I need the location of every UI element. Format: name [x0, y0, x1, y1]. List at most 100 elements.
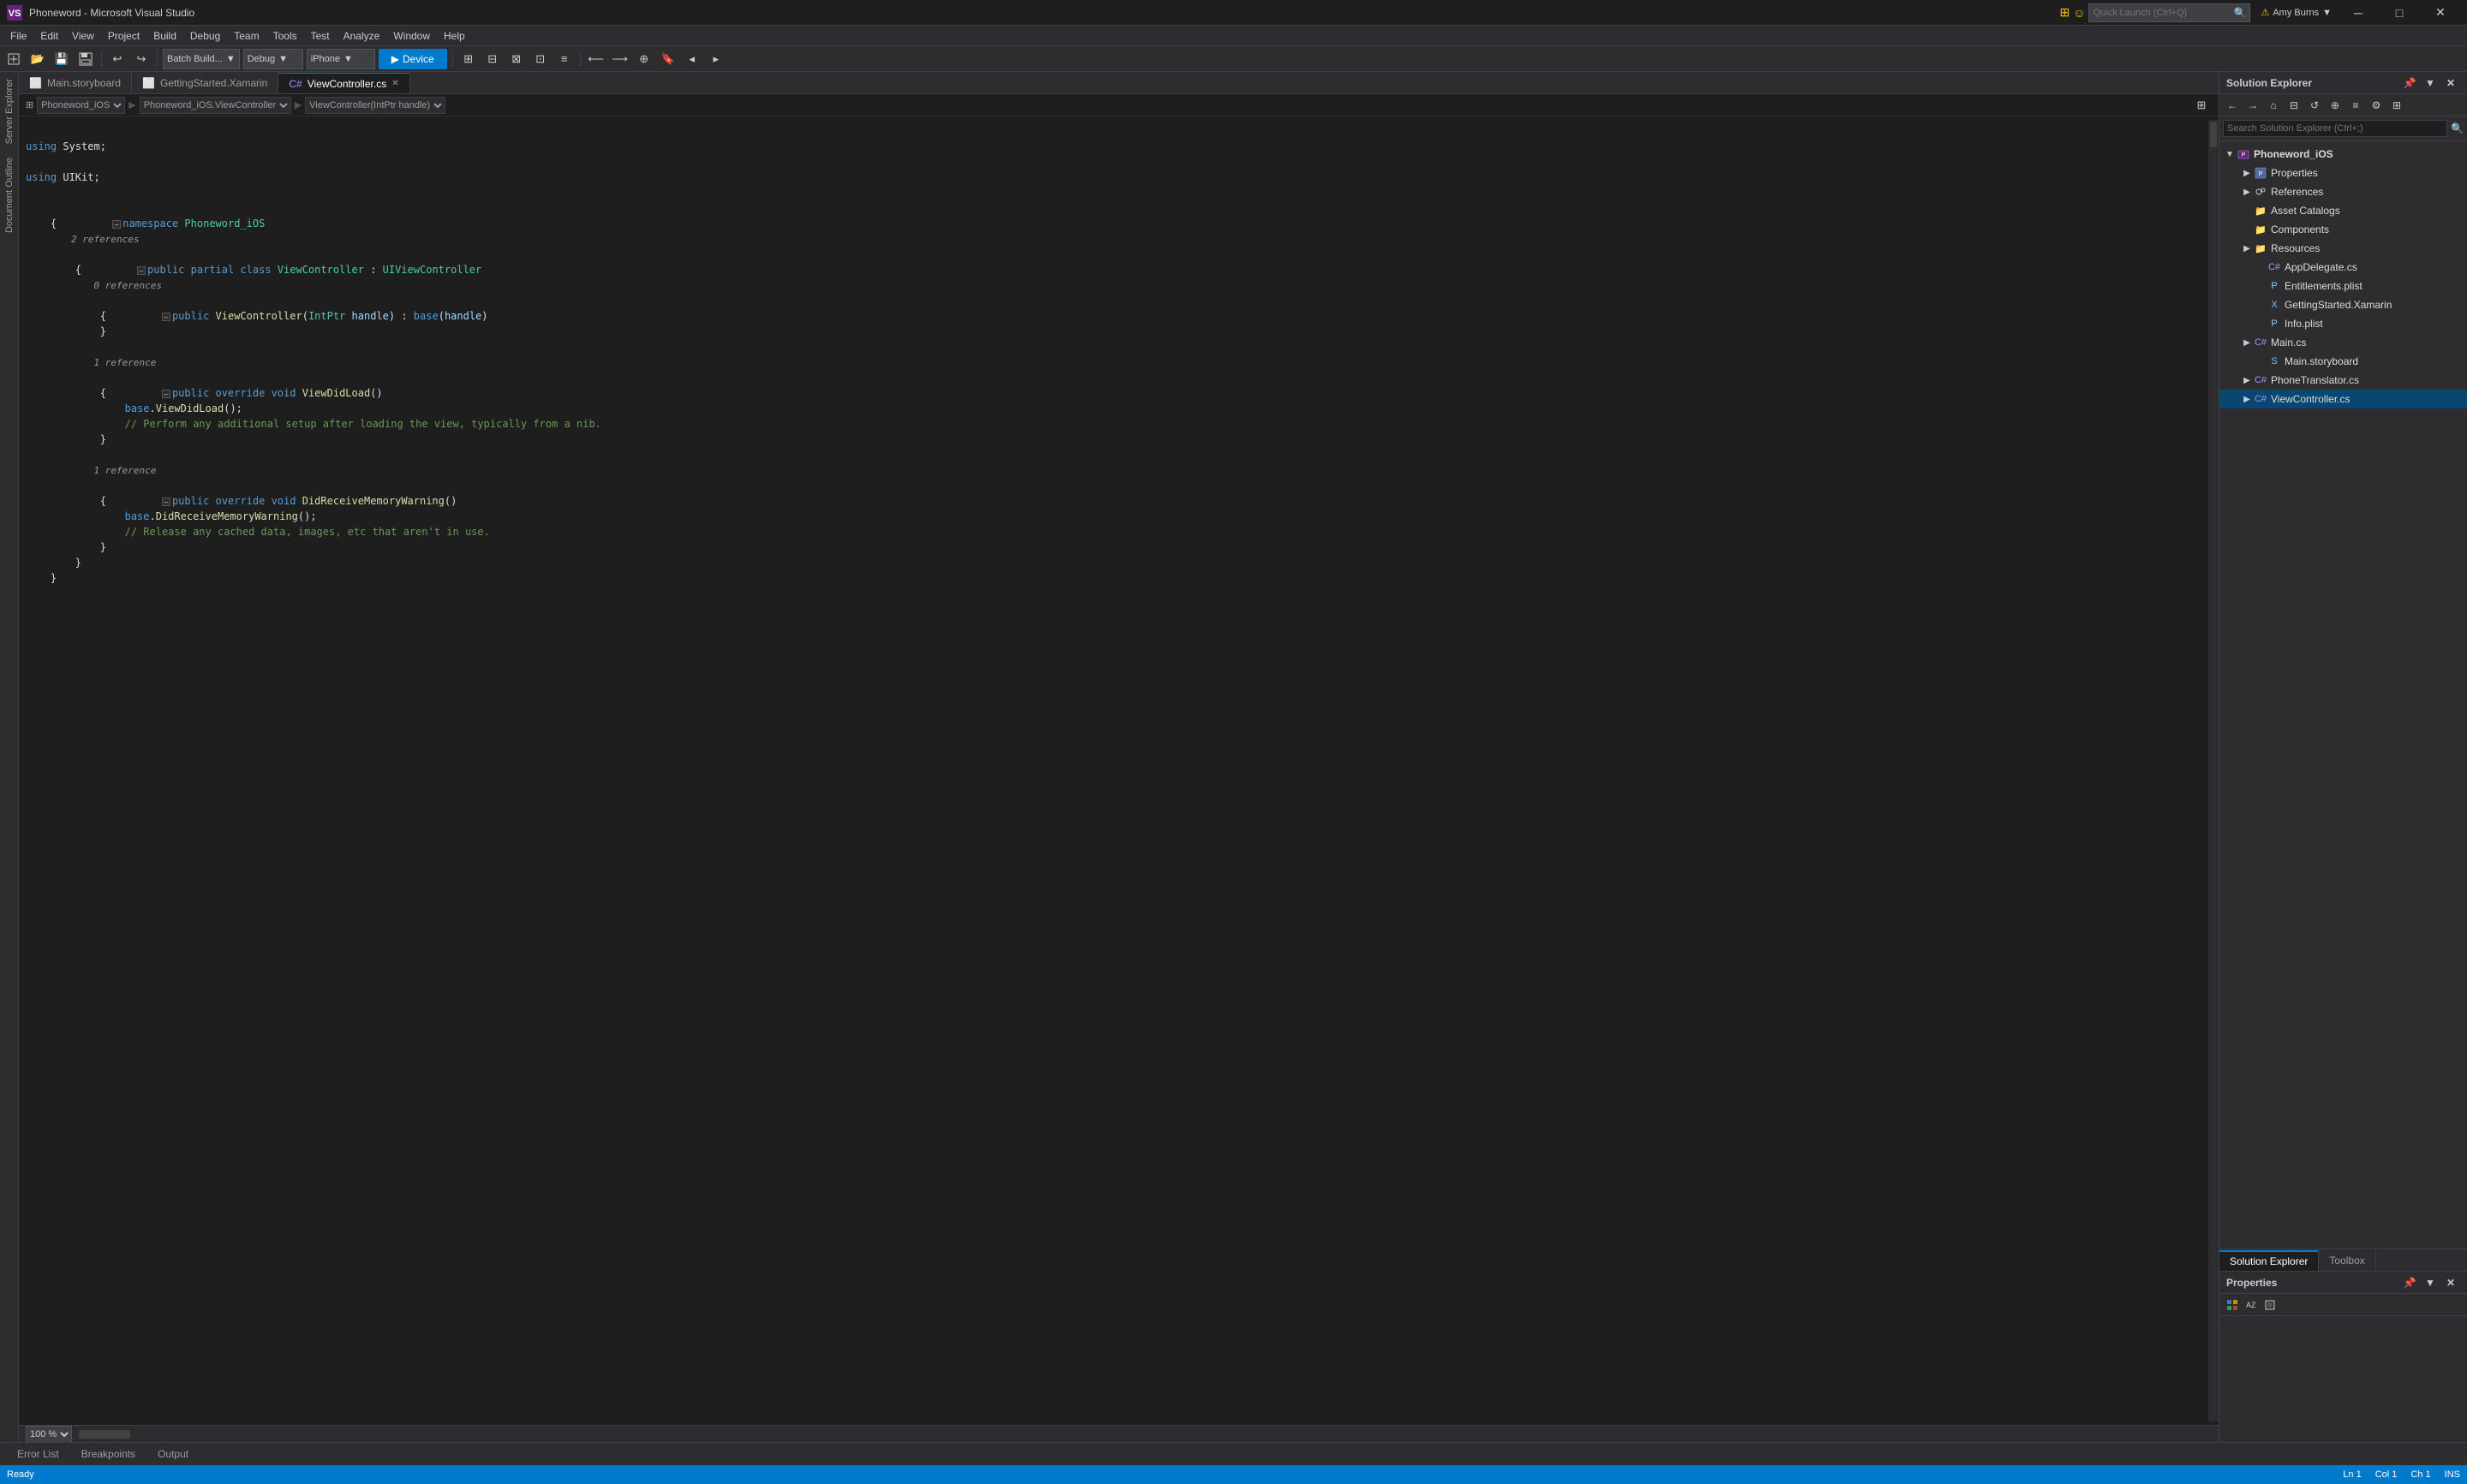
se-tab-solution-explorer[interactable]: Solution Explorer: [2219, 1250, 2319, 1271]
tree-item-viewcontroller[interactable]: ▶ C# ViewController.cs: [2219, 390, 2467, 408]
se-tab-toolbox[interactable]: Toolbox: [2319, 1250, 2375, 1271]
minimize-button[interactable]: ─: [2339, 0, 2378, 26]
breadcrumb-class-select[interactable]: Phoneword_iOS.ViewController: [140, 97, 291, 114]
toolbar-btn-1[interactable]: ⊞: [458, 49, 479, 69]
tree-item-components[interactable]: ▶ 📁 Components: [2219, 220, 2467, 239]
se-search-input[interactable]: [2223, 120, 2447, 137]
breadcrumb-expand-btn[interactable]: ⊞: [2191, 95, 2212, 116]
menu-build[interactable]: Build: [146, 26, 183, 46]
prop-pages-btn[interactable]: [2261, 1296, 2279, 1314]
prop-alpha-btn[interactable]: AZ: [2242, 1296, 2261, 1314]
se-filter-btn[interactable]: ≡: [2346, 96, 2365, 115]
menu-file[interactable]: File: [3, 26, 33, 46]
toolbar-btn-3[interactable]: ⊠: [506, 49, 527, 69]
server-explorer-tab[interactable]: Server Explorer: [0, 72, 18, 151]
toolbar-btn-10[interactable]: ◂: [682, 49, 702, 69]
prop-category-btn[interactable]: [2223, 1296, 2242, 1314]
collapse-memwarning[interactable]: –: [162, 498, 170, 506]
breadcrumb-project-select[interactable]: Phoneword_iOS: [37, 97, 125, 114]
bottom-tab-output[interactable]: Output: [147, 1445, 199, 1463]
menu-tools[interactable]: Tools: [266, 26, 304, 46]
menu-edit[interactable]: Edit: [33, 26, 65, 46]
tree-item-assetcatalogs[interactable]: ▶ 📁 Asset Catalogs: [2219, 201, 2467, 220]
tree-item-appdelegate[interactable]: ▶ C# AppDelegate.cs: [2219, 258, 2467, 277]
toolbar-btn-5[interactable]: ≡: [554, 49, 575, 69]
toolbar-btn-4[interactable]: ⊡: [530, 49, 551, 69]
toolbar-btn-11[interactable]: ▸: [706, 49, 726, 69]
se-forward-btn[interactable]: →: [2243, 96, 2262, 115]
open-btn[interactable]: 📂: [27, 49, 48, 69]
se-home-btn[interactable]: ⌂: [2264, 96, 2283, 115]
breadcrumb-method-select[interactable]: ViewController(IntPtr handle): [305, 97, 445, 114]
tab-gettingstarted[interactable]: ⬜ GettingStarted.Xamarin: [132, 73, 278, 93]
platform-dropdown[interactable]: iPhone ▼: [307, 49, 375, 69]
quick-launch-box[interactable]: 🔍: [2088, 3, 2250, 22]
tree-item-properties[interactable]: ▶ P Properties: [2219, 164, 2467, 182]
collapse-namespace[interactable]: –: [112, 220, 121, 229]
document-outline-tab[interactable]: Document Outline: [0, 151, 18, 240]
menu-window[interactable]: Window: [386, 26, 437, 46]
start-button[interactable]: ▶ Device: [379, 49, 447, 69]
tab-viewcontroller[interactable]: C# ViewController.cs ✕: [278, 73, 409, 93]
menu-view[interactable]: View: [65, 26, 101, 46]
toolbar-btn-7[interactable]: ⟶: [610, 49, 630, 69]
se-sync-btn[interactable]: ⊕: [2326, 96, 2345, 115]
new-project-btn[interactable]: [3, 49, 24, 69]
toolbar-btn-8[interactable]: ⊕: [634, 49, 654, 69]
se-settings-btn[interactable]: ⚙: [2367, 96, 2386, 115]
user-dropdown-icon[interactable]: ▼: [2322, 8, 2332, 18]
collapse-viewdidload[interactable]: –: [162, 390, 170, 398]
properties-close-btn[interactable]: ✕: [2441, 1273, 2460, 1292]
tree-item-infoplist[interactable]: ▶ P Info.plist: [2219, 314, 2467, 333]
se-refresh-btn[interactable]: ↺: [2305, 96, 2324, 115]
collapse-ctor[interactable]: –: [162, 313, 170, 321]
collapse-class[interactable]: –: [137, 266, 146, 275]
se-collapse-btn[interactable]: ⊟: [2285, 96, 2303, 115]
tree-item-gettingstarted[interactable]: ▶ X GettingStarted.Xamarin: [2219, 295, 2467, 314]
toolbar-btn-2[interactable]: ⊟: [482, 49, 503, 69]
properties-pin-btn[interactable]: 📌: [2400, 1273, 2419, 1292]
properties-dropdown-btn[interactable]: ▼: [2421, 1273, 2440, 1292]
undo-btn[interactable]: ↩: [107, 49, 128, 69]
tree-item-maincs[interactable]: ▶ C# Main.cs: [2219, 333, 2467, 352]
editor-scrollbar-v[interactable]: [2208, 120, 2219, 1421]
code-editor[interactable]: using System; using UIKit; –namespace Ph…: [19, 116, 2219, 1425]
panel-close-btn[interactable]: ✕: [2441, 74, 2460, 92]
menu-debug[interactable]: Debug: [183, 26, 227, 46]
scrollbar-thumb-h[interactable]: [79, 1430, 130, 1439]
se-back-btn[interactable]: ←: [2223, 96, 2242, 115]
toolbar-btn-9[interactable]: 🔖: [658, 49, 678, 69]
se-properties-btn[interactable]: ⊞: [2387, 96, 2406, 115]
editor-scrollbar-h[interactable]: [79, 1429, 2212, 1439]
tree-item-references[interactable]: ▶ References: [2219, 182, 2467, 201]
batch-build-dropdown[interactable]: Batch Build... ▼: [163, 49, 240, 69]
scrollbar-thumb-v[interactable]: [2210, 122, 2217, 147]
menu-team[interactable]: Team: [227, 26, 266, 46]
debug-config-dropdown[interactable]: Debug ▼: [243, 49, 303, 69]
zoom-control[interactable]: 100 %: [26, 1426, 72, 1443]
save-btn[interactable]: 💾: [51, 49, 72, 69]
redo-btn[interactable]: ↪: [131, 49, 152, 69]
tab-close-viewcontroller[interactable]: ✕: [391, 79, 398, 88]
zoom-select[interactable]: 100 %: [26, 1426, 72, 1443]
tree-item-mainstoryboard[interactable]: ▶ S Main.storyboard: [2219, 352, 2467, 371]
code-text-area[interactable]: using System; using UIKit; –namespace Ph…: [19, 120, 2208, 1421]
tree-item-phonetranslator[interactable]: ▶ C# PhoneTranslator.cs: [2219, 371, 2467, 390]
bottom-tab-errorlist[interactable]: Error List: [7, 1445, 69, 1463]
menu-test[interactable]: Test: [304, 26, 337, 46]
panel-pin-btn[interactable]: 📌: [2400, 74, 2419, 92]
quick-launch-input[interactable]: [2093, 8, 2230, 18]
save-all-btn[interactable]: [75, 49, 96, 69]
maximize-button[interactable]: □: [2380, 0, 2419, 26]
tree-item-project[interactable]: ▼ P Phoneword_iOS: [2219, 145, 2467, 164]
menu-help[interactable]: Help: [437, 26, 472, 46]
menu-project[interactable]: Project: [101, 26, 146, 46]
tree-item-resources[interactable]: ▶ 📁 Resources: [2219, 239, 2467, 258]
menu-analyze[interactable]: Analyze: [337, 26, 387, 46]
close-button[interactable]: ✕: [2421, 0, 2460, 26]
bottom-tab-breakpoints[interactable]: Breakpoints: [71, 1445, 146, 1463]
panel-dropdown-btn[interactable]: ▼: [2421, 74, 2440, 92]
tab-mainstoryboard[interactable]: ⬜ Main.storyboard: [19, 73, 132, 93]
tree-item-entitlements[interactable]: ▶ P Entitlements.plist: [2219, 277, 2467, 295]
toolbar-btn-6[interactable]: ⟵: [586, 49, 606, 69]
